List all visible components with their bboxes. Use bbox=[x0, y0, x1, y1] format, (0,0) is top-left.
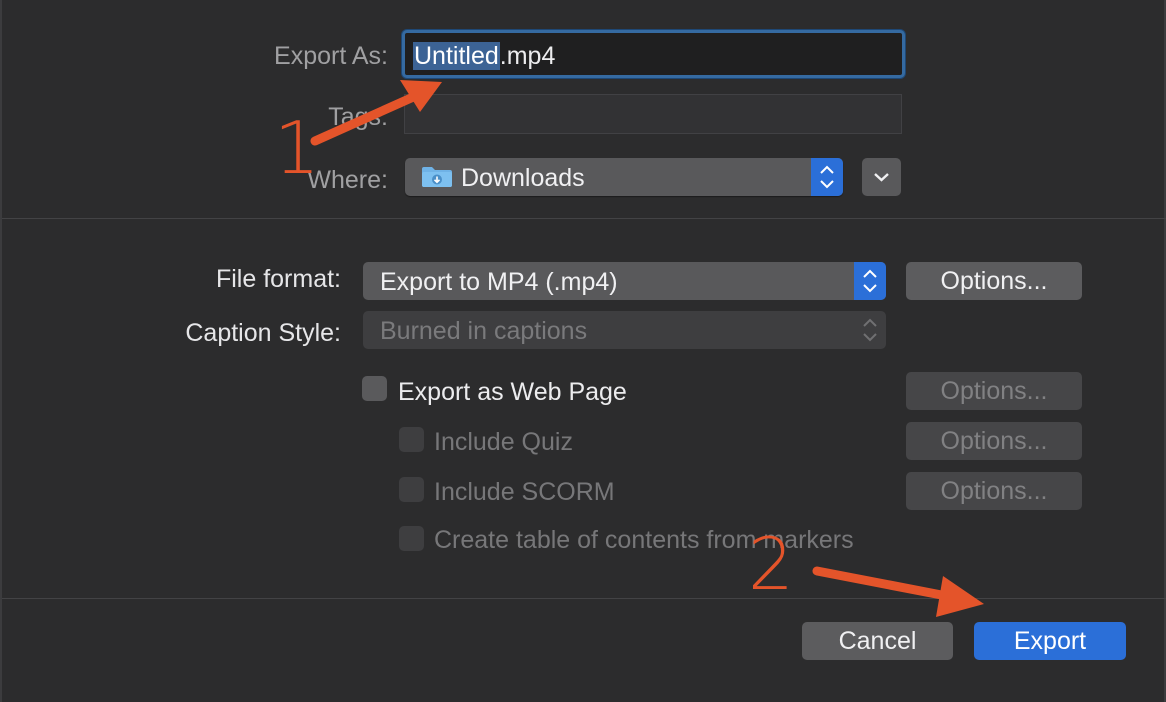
annotation-step-1: 1 bbox=[274, 106, 320, 190]
file-format-options-button[interactable]: Options... bbox=[906, 262, 1082, 300]
caption-style-popup[interactable]: Burned in captions bbox=[363, 311, 886, 349]
export-web-page-checkbox[interactable] bbox=[362, 376, 387, 401]
chevron-down-icon bbox=[874, 173, 889, 182]
tags-field[interactable] bbox=[404, 94, 902, 134]
export-as-field[interactable]: Untitled.mp4 bbox=[402, 30, 905, 78]
bottom-divider bbox=[2, 598, 1166, 599]
expand-browser-button[interactable] bbox=[862, 158, 901, 196]
where-popup[interactable]: Downloads bbox=[405, 158, 843, 196]
include-scorm-label[interactable]: Include SCORM bbox=[434, 478, 615, 507]
export-as-value[interactable]: Untitled.mp4 bbox=[413, 42, 555, 71]
filename-extension: .mp4 bbox=[499, 42, 556, 70]
file-format-stepper bbox=[854, 262, 886, 300]
top-divider bbox=[2, 218, 1166, 219]
downloads-folder-icon bbox=[422, 167, 452, 187]
tags-label: Tags: bbox=[328, 103, 388, 131]
include-scorm-checkbox[interactable] bbox=[399, 477, 424, 502]
annotation-arrow-2 bbox=[812, 566, 984, 617]
caption-style-stepper bbox=[854, 311, 886, 349]
up-down-chevron-icon bbox=[820, 165, 834, 189]
up-down-chevron-icon bbox=[863, 269, 877, 293]
include-quiz-checkbox[interactable] bbox=[399, 427, 424, 452]
filename-selected-text: Untitled bbox=[413, 42, 500, 70]
annotation-step-2: 2 bbox=[748, 522, 794, 606]
file-format-label: File format: bbox=[215, 265, 341, 293]
export-button[interactable]: Export bbox=[974, 622, 1126, 660]
file-format-popup[interactable]: Export to MP4 (.mp4) bbox=[363, 262, 886, 300]
export-web-page-label[interactable]: Export as Web Page bbox=[398, 378, 627, 407]
export-dialog: Export As: Untitled.mp4 Tags: Where: Dow… bbox=[0, 0, 1166, 702]
scorm-options-button[interactable]: Options... bbox=[906, 472, 1082, 510]
include-quiz-label[interactable]: Include Quiz bbox=[434, 428, 573, 457]
file-format-value: Export to MP4 (.mp4) bbox=[380, 268, 618, 296]
caption-style-value: Burned in captions bbox=[380, 317, 588, 345]
where-value: Downloads bbox=[461, 164, 585, 192]
up-down-chevron-icon bbox=[863, 318, 877, 342]
web-page-options-button[interactable]: Options... bbox=[906, 372, 1082, 410]
export-as-label: Export As: bbox=[274, 42, 388, 70]
where-stepper bbox=[811, 158, 843, 196]
create-toc-checkbox[interactable] bbox=[399, 526, 424, 551]
cancel-button[interactable]: Cancel bbox=[802, 622, 953, 660]
quiz-options-button[interactable]: Options... bbox=[906, 422, 1082, 460]
caption-style-label: Caption Style: bbox=[185, 319, 341, 347]
